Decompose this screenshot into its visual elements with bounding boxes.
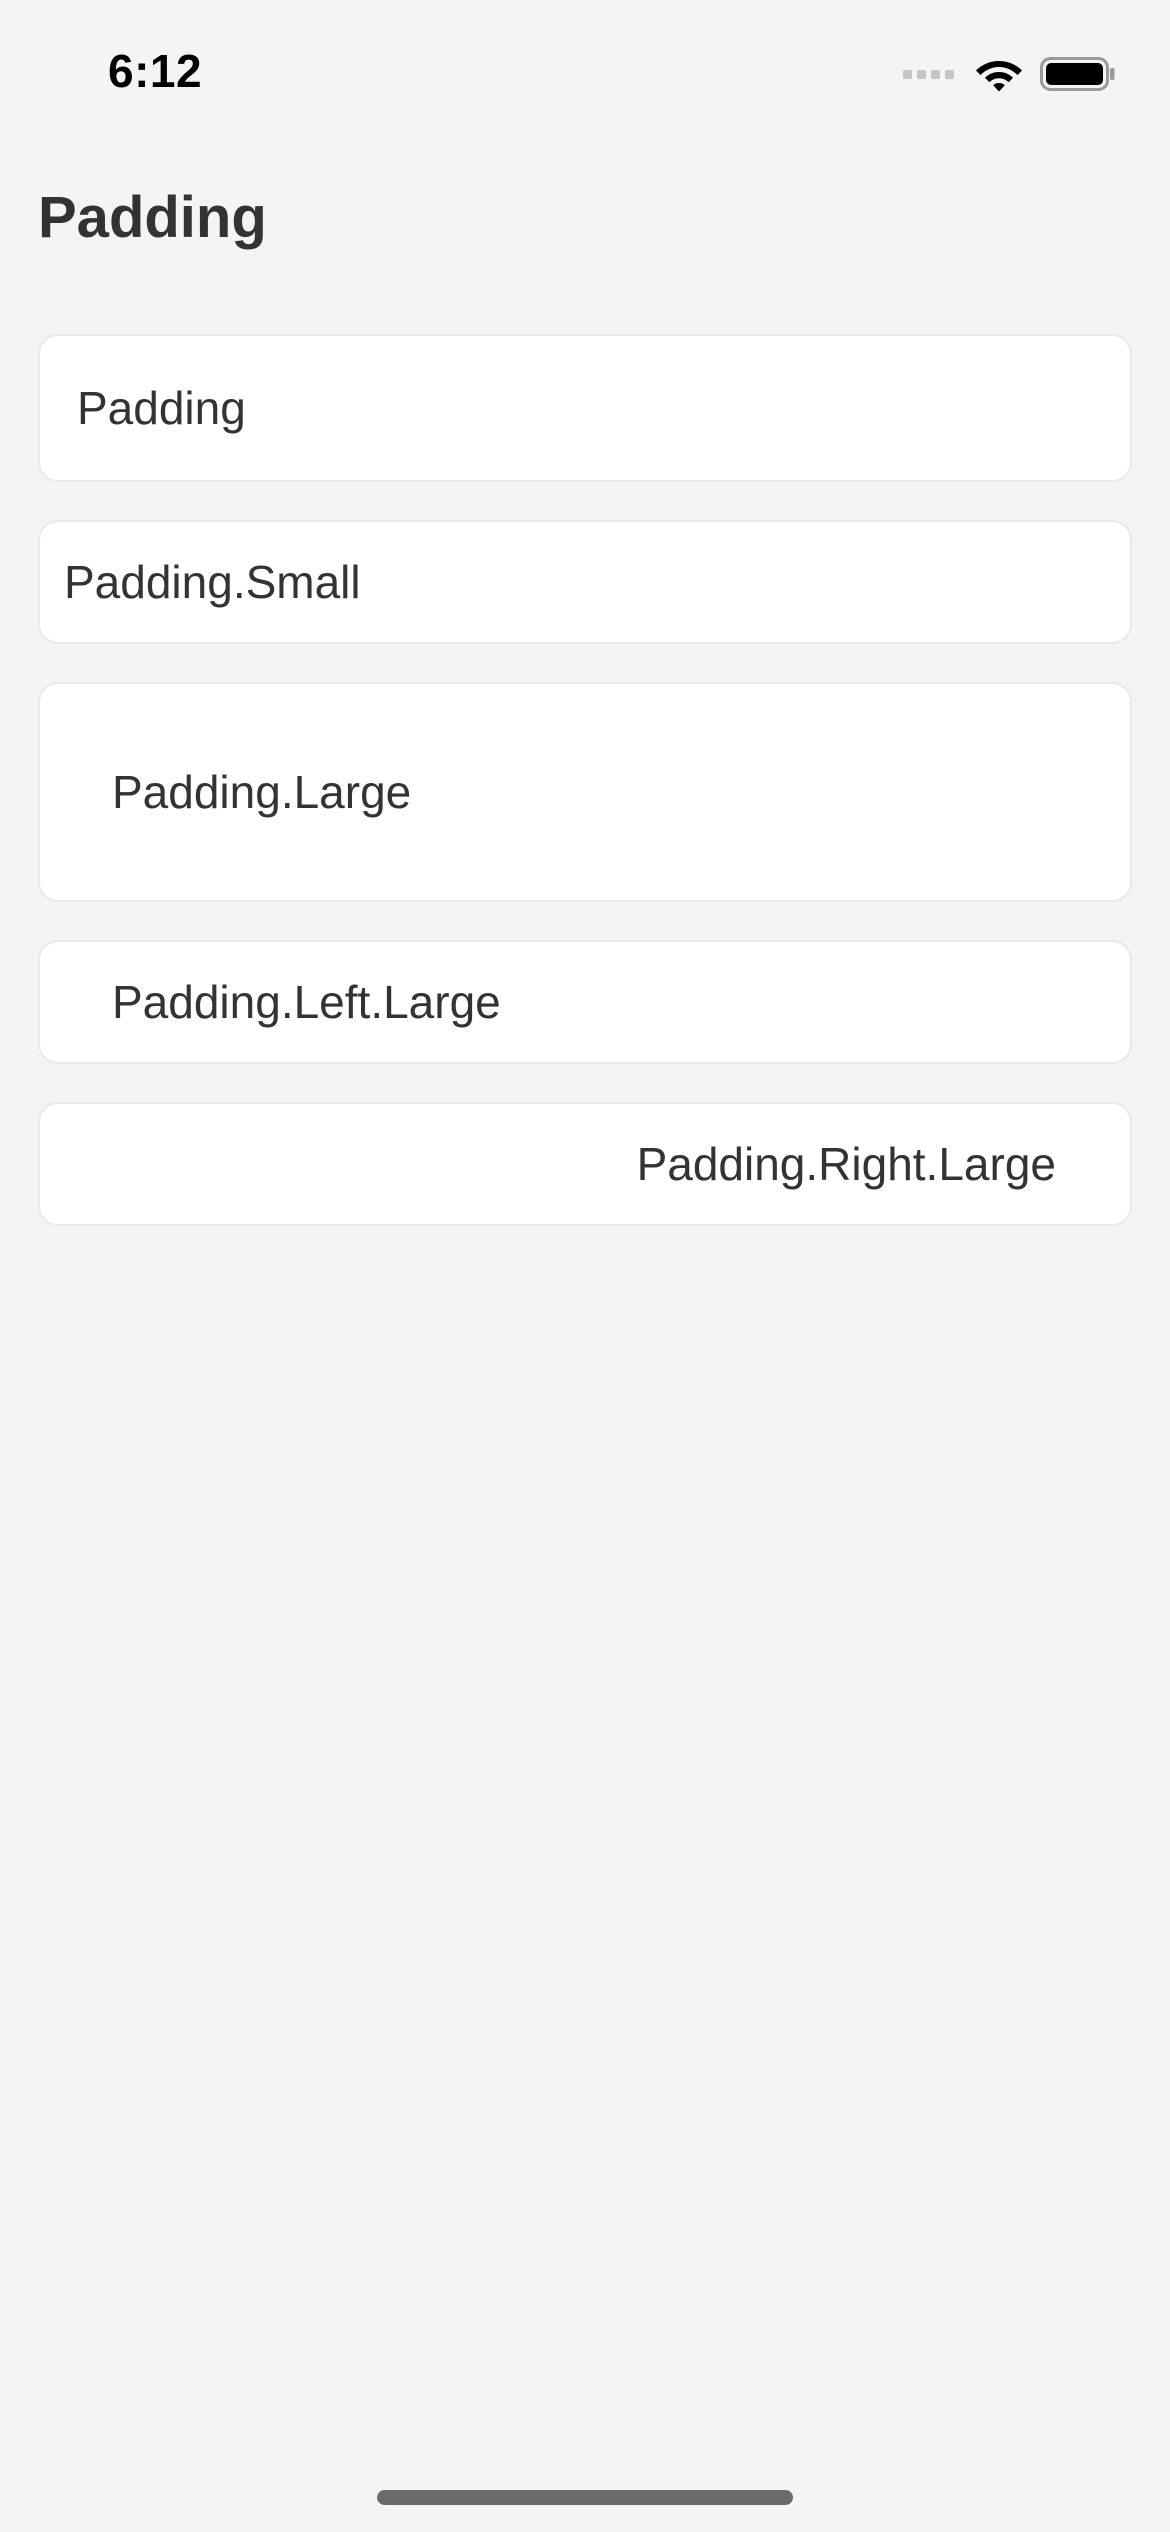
padding-right-large-card: Padding.Right.Large — [38, 1102, 1132, 1226]
cellular-signal-icon — [903, 69, 954, 79]
padding-large-card-label: Padding.Large — [112, 766, 412, 818]
padding-left-large-card-label: Padding.Left.Large — [112, 976, 501, 1028]
wifi-icon — [976, 61, 1022, 92]
status-icons — [903, 52, 1116, 96]
padding-right-large-card-label: Padding.Right.Large — [636, 1138, 1056, 1190]
status-time: 6:12 — [108, 45, 203, 97]
padding-card: Padding — [38, 334, 1132, 482]
battery-icon — [1040, 57, 1115, 91]
padding-left-large-card: Padding.Left.Large — [38, 940, 1132, 1064]
home-indicator[interactable] — [377, 2490, 793, 2505]
padding-small-card-label: Padding.Small — [64, 556, 361, 608]
page-title: Padding — [38, 185, 267, 250]
padding-card-label: Padding — [77, 382, 246, 434]
status-bar: 6:12 — [0, 0, 1170, 150]
padding-large-card: Padding.Large — [38, 682, 1132, 902]
padding-small-card: Padding.Small — [38, 520, 1132, 644]
